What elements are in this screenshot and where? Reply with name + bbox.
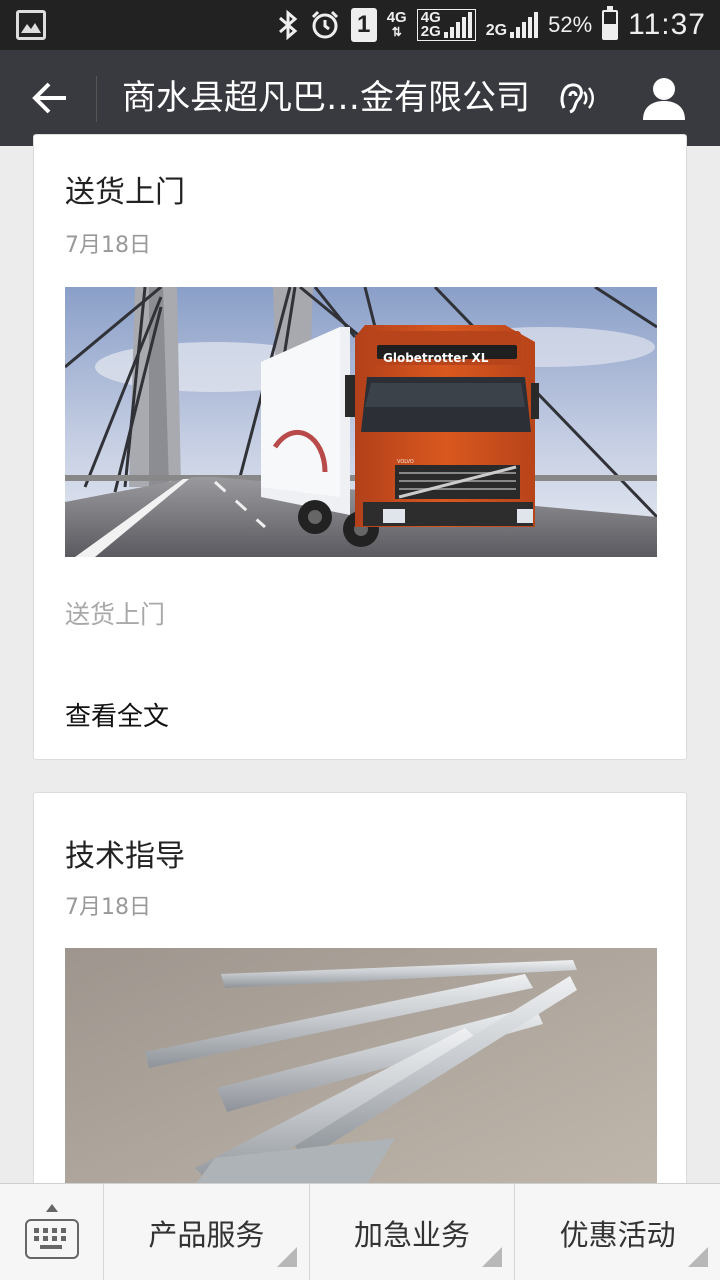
read-more-link[interactable]: 查看全文 [65,696,169,733]
network-2g-label: 2G [485,22,508,39]
alarm-icon [311,10,338,39]
submenu-indicator-icon [688,1247,709,1267]
signal-bars-icon [443,12,472,38]
data-arrows-icon: ⇅ [391,25,402,39]
back-button[interactable] [22,72,78,124]
battery-percent: 52% [548,12,593,37]
article-date: 7月18日 [65,233,151,258]
article-card[interactable]: 技术指导 7月18日 [33,792,687,1212]
title-bar: 商水县超凡巴…金有限公司 [0,50,720,146]
truck-brand: VOLVO [397,459,414,465]
page-title: 商水县超凡巴…金有限公司 [122,78,530,118]
status-bar: 1 4G ⇅ 4G 2G 2G 52% 11:37 [0,0,720,50]
article-cover-image[interactable]: Globetrotter XL VOLVO [65,287,657,557]
article-title[interactable]: 送货上门 [65,167,185,211]
menu-label: 产品服务 [148,1217,265,1252]
menu-product-service[interactable]: 产品服务 [104,1184,310,1280]
article-summary: 送货上门 [65,600,166,629]
article-date: 7月18日 [65,895,151,920]
bluetooth-icon [278,9,298,41]
submenu-indicator-icon [276,1247,297,1267]
network-4g-label: 4G [386,9,407,26]
battery-icon [602,6,619,40]
network-2g-indicator: 2G [485,12,539,39]
keyboard-icon [25,1219,79,1259]
signal-bars-icon [510,12,539,38]
menu-label: 优惠活动 [559,1217,676,1252]
gallery-notification-icon [16,10,46,40]
article-card[interactable]: 送货上门 7月18日 Globetrotter XL VOLVO 送货上门 查看… [33,134,687,760]
article-cover-image[interactable] [65,948,657,1211]
network-4g-indicator: 4G ⇅ [386,9,407,39]
network-2g-bottom-label: 2G [420,23,441,40]
ear-icon [560,83,594,114]
title-divider [96,76,97,122]
back-arrow-icon [32,82,66,114]
clock: 11:37 [628,8,706,41]
keyboard-toggle-button[interactable] [0,1184,104,1280]
menu-promotions[interactable]: 优惠活动 [515,1184,720,1280]
submenu-indicator-icon [482,1247,503,1267]
network-4g2g-indicator: 4G 2G [416,9,476,41]
article-title[interactable]: 技术指导 [65,831,185,875]
earpiece-mode-button[interactable] [556,78,596,120]
user-icon [643,78,685,120]
sim-slot-icon: 1 [350,8,377,42]
truck-lettering: Globetrotter XL [383,351,489,365]
menu-label: 加急业务 [354,1217,471,1252]
menu-urgent-business[interactable]: 加急业务 [310,1184,516,1280]
bottom-menu-bar: 产品服务 加急业务 优惠活动 [0,1183,720,1280]
profile-button[interactable] [640,74,688,122]
caret-up-icon [46,1204,58,1212]
